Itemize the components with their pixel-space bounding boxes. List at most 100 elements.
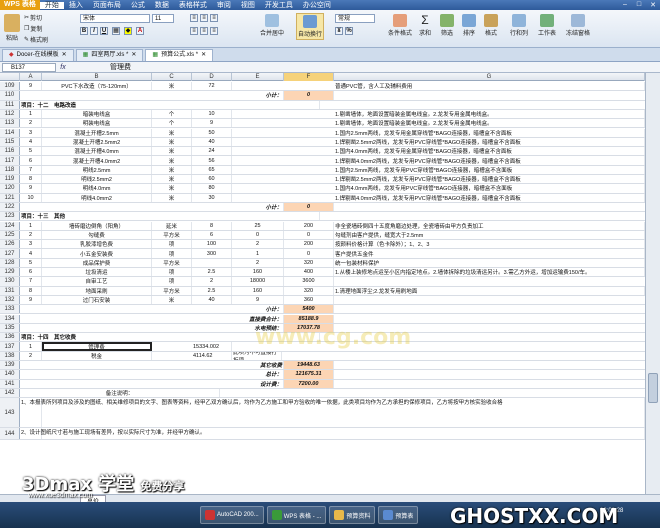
cell-f[interactable]: 200 xyxy=(284,240,334,249)
cell-g[interactable]: 1.从楼上装修地点运至小区内指定地点。2.墙体拆除的垃圾清运另计。3.需乙方外运… xyxy=(334,268,645,277)
cell-g[interactable]: 1.国内4.0mm两线，龙发专用金属穿线管*BAGO连接器，暗槽盒不含面板 xyxy=(334,147,645,156)
cell-g[interactable]: 1.国内2.5mm两线，龙发专用金属穿线管*BAGO连接器，暗槽盒不含面板 xyxy=(334,128,645,137)
cell-g[interactable]: 1.剔凿墙体，地面设置暗装金属电线盒。2.龙发专用金属电线盒。 xyxy=(334,109,645,119)
column-header-c[interactable]: C xyxy=(152,73,192,81)
currency-button[interactable]: ¥ xyxy=(335,27,343,35)
cell-e[interactable]: 小计： xyxy=(232,91,284,100)
cell-c[interactable]: 米 xyxy=(152,147,192,156)
cell-a[interactable]: 项目：十三 其他 xyxy=(20,212,320,221)
cell-d[interactable]: 65 xyxy=(192,165,232,174)
cell-a[interactable]: 1 xyxy=(20,109,42,119)
cell-a[interactable]: 3 xyxy=(20,240,42,249)
cell-d[interactable] xyxy=(192,258,232,267)
cell-c[interactable]: 米 xyxy=(152,193,192,202)
cell-c[interactable]: 米 xyxy=(152,128,192,137)
cell-a[interactable]: 10 xyxy=(20,193,42,202)
fill-color-button[interactable]: ◆ xyxy=(124,27,132,35)
row-number[interactable]: 129 xyxy=(0,268,20,277)
align-left-button[interactable]: ≡ xyxy=(190,27,198,35)
task-folder[interactable]: 预算资料 xyxy=(329,506,376,524)
cell-e[interactable]: 0 xyxy=(232,230,284,240)
autowrap-button[interactable]: 自动换行 xyxy=(296,13,325,40)
row-number[interactable]: 116 xyxy=(0,147,20,156)
cell-e[interactable]: 25 xyxy=(232,221,284,230)
cell-d[interactable]: 2 xyxy=(192,277,232,286)
align-right-button[interactable]: ≡ xyxy=(210,27,218,35)
cell-c[interactable]: 个 xyxy=(152,119,192,128)
cell-e[interactable]: 160 xyxy=(232,268,284,277)
cell-c[interactable]: 米 xyxy=(152,165,192,174)
tab-budget[interactable]: ▦ 预算公式.xls * ✕ xyxy=(145,49,214,61)
cell-g[interactable]: 1.国内2.5mm两线，龙发专用PVC穿线管*BAGO连接器，暗槽盒不含面板 xyxy=(334,165,645,174)
cell-b[interactable]: 地面采刷 xyxy=(42,286,152,295)
font-select[interactable]: 宋体 xyxy=(80,14,150,23)
freeze-button[interactable]: 冻结窗格 xyxy=(566,14,590,37)
cell-b[interactable]: PVC下水改造（75-120mm） xyxy=(42,82,152,91)
cell-a[interactable]: 6 xyxy=(20,156,42,165)
tab-close-icon[interactable]: ✕ xyxy=(62,50,67,61)
fx-icon[interactable]: fx xyxy=(56,64,70,71)
app-logo[interactable]: WPS 表格 xyxy=(0,0,40,10)
column-header-g[interactable]: G xyxy=(334,73,645,81)
row-number[interactable]: 120 xyxy=(0,184,20,193)
cell-d[interactable]: 100 xyxy=(192,240,232,249)
cell-g[interactable]: 1.清理地面浮尘;2.龙发专用刷地面 xyxy=(334,286,645,295)
cell-a[interactable]: 4 xyxy=(20,249,42,258)
cell-d[interactable]: 4114.62 xyxy=(192,351,232,360)
cell-b[interactable]: 暗装电线盒 xyxy=(42,109,152,119)
align-top-button[interactable]: ≡ xyxy=(190,14,198,22)
tab-close-icon[interactable]: ✕ xyxy=(131,50,136,61)
cell-b[interactable]: 勾缝费 xyxy=(42,230,152,240)
cell-b[interactable]: 明线4.0mm xyxy=(42,184,152,193)
cell-c[interactable]: 平方米 xyxy=(152,230,192,240)
cell-d[interactable]: 2.5 xyxy=(192,268,232,277)
cell-c[interactable]: 项 xyxy=(152,249,192,258)
rowcol-button[interactable]: 行和列 xyxy=(510,14,528,37)
cell-g[interactable]: 客户提供五金件 xyxy=(334,249,645,258)
sort-button[interactable]: 排序 xyxy=(462,14,476,37)
cell-b[interactable]: 混凝土开槽4.0mm2 xyxy=(42,156,152,165)
cell-c[interactable]: 个 xyxy=(152,109,192,119)
menu-layout[interactable]: 页面布局 xyxy=(88,2,126,9)
cell-g[interactable]: 1.剔凿墙体，地面设置暗装金属电线盒。2.龙发专用金属电线盒。 xyxy=(334,119,645,128)
spreadsheet-grid[interactable]: ABCDEFG 109 9 PVC下水改造（75-120mm）米 72 普通PVC管，含… xyxy=(0,73,645,494)
cell-c[interactable]: 项 xyxy=(152,240,192,249)
cell-d[interactable]: 24 xyxy=(192,147,232,156)
cell-e[interactable]: 小计： xyxy=(232,202,284,212)
tab-four-rooms[interactable]: ▦ 四室两厅.xls * ✕ xyxy=(75,49,144,61)
cell-f[interactable]: 19448.63 xyxy=(284,361,334,370)
cell-f[interactable]: 85188.9 xyxy=(284,314,334,323)
row-number[interactable]: 118 xyxy=(0,165,20,174)
cell-a[interactable]: 4 xyxy=(20,137,42,147)
cell-b[interactable]: 税金 xyxy=(42,351,152,360)
row-number[interactable]: 113 xyxy=(0,119,20,128)
align-bottom-button[interactable]: ≡ xyxy=(210,14,218,22)
border-button[interactable]: ▦ xyxy=(112,27,120,35)
cell-c[interactable]: 项 xyxy=(152,268,192,277)
cell-a[interactable]: 1 xyxy=(20,342,42,351)
cell-a[interactable]: 项目：十二 电路改造 xyxy=(20,100,320,109)
cell-c[interactable]: 平方米 xyxy=(152,258,192,267)
cell-a[interactable]: 2 xyxy=(20,230,42,240)
cell-b[interactable]: 明线4.0mm2 xyxy=(42,193,152,202)
select-all-corner[interactable] xyxy=(0,73,20,81)
italic-button[interactable]: I xyxy=(90,27,98,35)
cell-d[interactable]: 30 xyxy=(192,193,232,202)
row-number[interactable]: 133 xyxy=(0,305,20,314)
cell-g[interactable]: 普通PVC管，含人工及辅料费用 xyxy=(334,82,645,91)
cut-button[interactable]: ✂ 剪切 xyxy=(24,13,42,22)
cell-c[interactable]: 项 xyxy=(152,277,192,286)
cell-g[interactable]: 1.焊剔凿2.5mm2两线，龙发专用PVC穿线管*BAGO连接器，暗槽盒不含面板 xyxy=(334,175,645,184)
row-number[interactable]: 111 xyxy=(0,100,20,109)
menu-view[interactable]: 视图 xyxy=(236,2,260,9)
cell-f[interactable]: 0 xyxy=(284,249,334,258)
cell-d[interactable]: 300 xyxy=(192,249,232,258)
cell-a[interactable]: 8 xyxy=(20,286,42,295)
row-number[interactable]: 112 xyxy=(0,109,20,119)
cell-e[interactable]: 总计： xyxy=(232,370,284,379)
cell-f[interactable]: 7200.00 xyxy=(284,379,334,388)
cell-b[interactable]: 自审工艺 xyxy=(42,277,152,286)
format-painter-button[interactable]: ✎ 格式刷 xyxy=(24,35,48,44)
cell-g[interactable]: 非全瓷墙砖倒四十五度角磨边处理，全瓷墙砖由甲方负责加工 xyxy=(334,221,645,230)
cell-e[interactable]: 设计费： xyxy=(232,379,284,388)
